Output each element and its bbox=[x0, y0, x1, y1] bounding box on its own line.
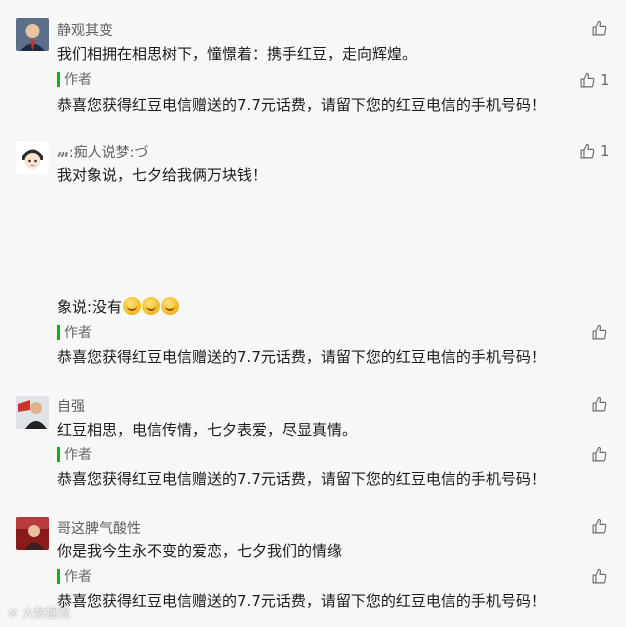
like-button[interactable]: 1 bbox=[579, 142, 610, 160]
like-count: 1 bbox=[600, 142, 610, 160]
author-marker bbox=[57, 71, 60, 87]
nickname: 静观其变 bbox=[57, 23, 113, 39]
watermark: ⊙ 大数据观 bbox=[8, 604, 70, 621]
comment-text: 你是我今生永不变的爱恋，七夕我们的情缘 bbox=[57, 542, 343, 560]
like-button[interactable] bbox=[591, 518, 608, 535]
comment-text: 我们相拥在相思树下，憧憬着：携手红豆，走向辉煌。 bbox=[57, 45, 418, 63]
weibo-logo-icon: ⊙ bbox=[8, 606, 22, 620]
like-button[interactable] bbox=[591, 396, 608, 413]
author-label: 作者 bbox=[64, 447, 92, 463]
author-reply-header: 作者 bbox=[57, 446, 92, 463]
author-reply-text: 恭喜您获得红豆电信赠送的7.7元话费，请留下您的红豆电信的手机号码！ bbox=[57, 470, 546, 488]
thumbs-up-icon bbox=[592, 446, 607, 462]
author-reply-header: 作者 bbox=[57, 71, 92, 88]
watermark-text: 大数据观 bbox=[21, 606, 70, 620]
thumbs-up-icon bbox=[580, 72, 595, 87]
author-marker bbox=[57, 446, 60, 462]
avatar[interactable] bbox=[16, 396, 49, 429]
author-marker bbox=[57, 324, 60, 340]
comment-text-line2: 象说:没有 bbox=[57, 298, 123, 316]
author-reply-text: 恭喜您获得红豆电信赠送的7.7元话费，请留下您的红豆电信的手机号码！ bbox=[57, 592, 546, 610]
nickname: 哥这脾气酸性 bbox=[57, 521, 141, 537]
laughing-emoji-icon bbox=[123, 297, 142, 315]
author-label: 作者 bbox=[64, 569, 92, 585]
thumbs-up-icon bbox=[592, 20, 607, 36]
author-marker bbox=[57, 568, 60, 584]
thumbs-up-icon bbox=[580, 143, 595, 158]
reply-like-button[interactable] bbox=[591, 324, 608, 341]
nickname: 𝓂:痴人说梦:づ bbox=[57, 145, 149, 161]
author-label: 作者 bbox=[64, 325, 92, 341]
reply-like-button[interactable]: 1 bbox=[579, 71, 610, 89]
like-count: 1 bbox=[600, 71, 610, 89]
author-label: 作者 bbox=[64, 72, 92, 88]
reply-like-button[interactable] bbox=[591, 446, 608, 463]
laughing-emoji-icon bbox=[161, 297, 180, 315]
like-button[interactable] bbox=[591, 20, 608, 37]
laughing-emoji-icon bbox=[142, 297, 161, 315]
nickname: 自强 bbox=[57, 399, 85, 415]
thumbs-up-icon bbox=[592, 396, 607, 412]
thumbs-up-icon bbox=[592, 324, 607, 340]
author-reply-text: 恭喜您获得红豆电信赠送的7.7元话费，请留下您的红豆电信的手机号码！ bbox=[57, 348, 546, 366]
author-reply-header: 作者 bbox=[57, 568, 92, 585]
author-reply-text: 恭喜您获得红豆电信赠送的7.7元话费，请留下您的红豆电信的手机号码！ bbox=[57, 96, 546, 114]
avatar[interactable] bbox=[16, 517, 49, 550]
comment-text: 红豆相思，电信传情，七夕表爱，尽显真情。 bbox=[57, 421, 358, 439]
author-reply-header: 作者 bbox=[57, 324, 92, 341]
thumbs-up-icon bbox=[592, 518, 607, 534]
comment-text-continued: 象说:没有 bbox=[57, 296, 180, 317]
avatar[interactable] bbox=[16, 141, 49, 174]
comment-text: 我对象说，七夕给我俩万块钱！ bbox=[57, 166, 268, 184]
reply-like-button[interactable] bbox=[591, 568, 608, 585]
avatar[interactable] bbox=[16, 18, 49, 51]
thumbs-up-icon bbox=[592, 568, 607, 584]
